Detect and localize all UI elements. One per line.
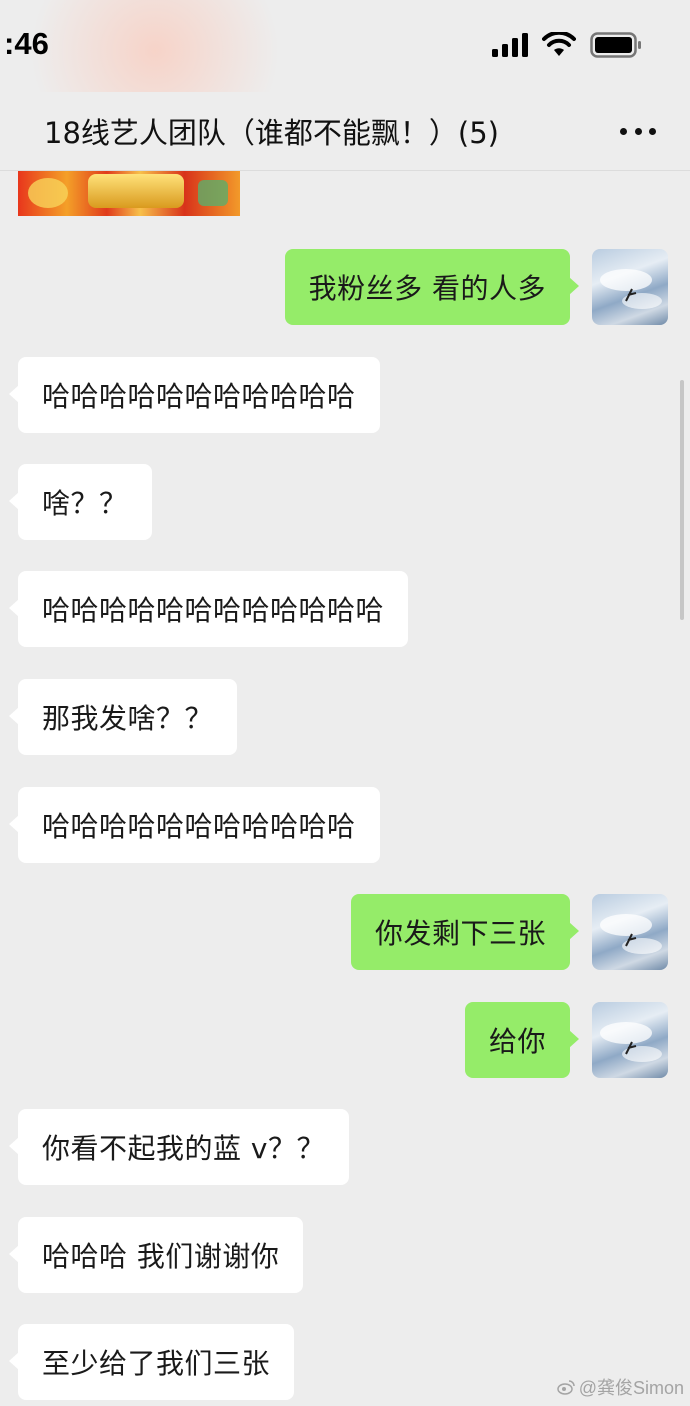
my-avatar[interactable] [592,1002,668,1078]
battery-icon [590,32,641,58]
my-avatar[interactable] [592,894,668,970]
weibo-watermark: @龚俊Simon [556,1374,684,1400]
chat-scrollbar[interactable] [680,380,684,620]
more-dot-icon [634,127,642,135]
received-message-bubble[interactable]: 哈哈哈哈哈哈哈哈哈哈哈 [9,787,380,863]
status-time: :46 [4,26,49,61]
previous-image-message[interactable] [18,170,240,216]
more-dot-icon [620,127,627,135]
chat-message-list[interactable]: 我粉丝多 看的人多 哈哈哈哈哈哈哈哈哈哈哈 啥？？ 哈哈哈哈哈哈哈哈哈哈哈哈 那… [0,170,690,1406]
status-icons [492,32,642,58]
more-options-button[interactable] [620,116,656,146]
sent-message-bubble[interactable]: 我粉丝多 看的人多 [284,249,580,325]
received-message-bubble[interactable]: 啥？？ [9,464,152,540]
received-message-bubble[interactable]: 你看不起我的蓝 v？？ [9,1109,349,1185]
my-avatar[interactable] [592,249,668,325]
sent-message-bubble[interactable]: 给你 [464,1002,580,1078]
wifi-icon [542,32,576,56]
weibo-logo-icon [556,1380,575,1395]
received-message-bubble[interactable]: 哈哈哈哈哈哈哈哈哈哈哈哈 [8,571,409,647]
received-message-bubble[interactable]: 那我发啥？？ [8,679,238,755]
chat-header: 18线艺人团队（谁都不能飘！）(5) [0,92,690,171]
chat-title: 18线艺人团队（谁都不能飘！）(5) [44,116,499,150]
received-message-bubble[interactable]: 至少给了我们三张 [8,1324,295,1400]
sent-message-bubble[interactable]: 你发剩下三张 [350,894,580,970]
status-bar: :46 [0,0,690,170]
received-message-bubble[interactable]: 哈哈哈哈哈哈哈哈哈哈哈 [9,357,380,433]
watermark-text: @龚俊Simon [578,1378,684,1398]
received-message-bubble[interactable]: 哈哈哈 我们谢谢你 [8,1217,304,1293]
more-dot-icon [649,127,656,135]
cellular-signal-icon [492,33,528,57]
